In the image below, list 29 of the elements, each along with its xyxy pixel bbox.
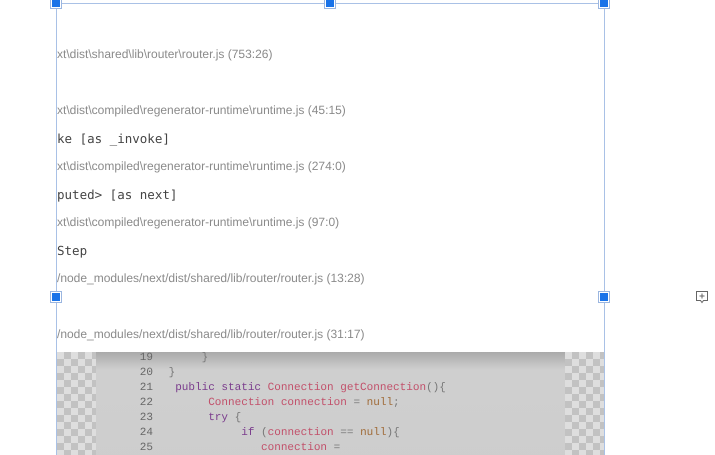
- line-number: 24: [138, 426, 153, 441]
- code-line: if (connection == null){: [240, 426, 400, 441]
- file-location: /node_modules/next/dist/shared/lib/router/router.js (31:17): [57, 327, 365, 341]
- function-name: puted> [as next]: [57, 186, 178, 202]
- code-line: public static Connection getConnection(){: [174, 381, 446, 396]
- resize-handle[interactable]: [51, 0, 61, 8]
- line-number: 21: [138, 381, 153, 396]
- code-line: }: [168, 366, 176, 381]
- line-number: 20: [138, 366, 153, 381]
- file-location: xt\dist\compiled\regenerator-runtime\runtime.js (45:15): [57, 103, 346, 117]
- resize-handle[interactable]: [325, 0, 335, 8]
- resize-handle[interactable]: [599, 292, 609, 302]
- function-name: Step: [57, 242, 88, 258]
- code-line: }: [200, 351, 208, 366]
- line-number: 25: [138, 441, 153, 455]
- file-location: xt\dist\shared\lib\router\router.js (753:26): [57, 47, 272, 61]
- line-number: 23: [138, 411, 153, 426]
- line-number: 19: [138, 351, 153, 366]
- line-number: 22: [138, 396, 153, 411]
- file-location: xt\dist\compiled\regenerator-runtime\runtime.js (97:0): [57, 215, 340, 229]
- code-line: Connection connection = null;: [207, 396, 400, 411]
- add-comment-icon[interactable]: [695, 290, 709, 304]
- file-location: xt\dist\compiled\regenerator-runtime\runtime.js (274:0): [57, 159, 346, 173]
- resize-handle[interactable]: [51, 292, 61, 302]
- file-location: /node_modules/next/dist/shared/lib/router/router.js (13:28): [57, 271, 365, 285]
- function-name: ke [as _invoke]: [57, 130, 170, 146]
- code-line: try {: [207, 411, 242, 426]
- resize-handle[interactable]: [599, 0, 609, 8]
- code-line: connection =: [260, 441, 340, 455]
